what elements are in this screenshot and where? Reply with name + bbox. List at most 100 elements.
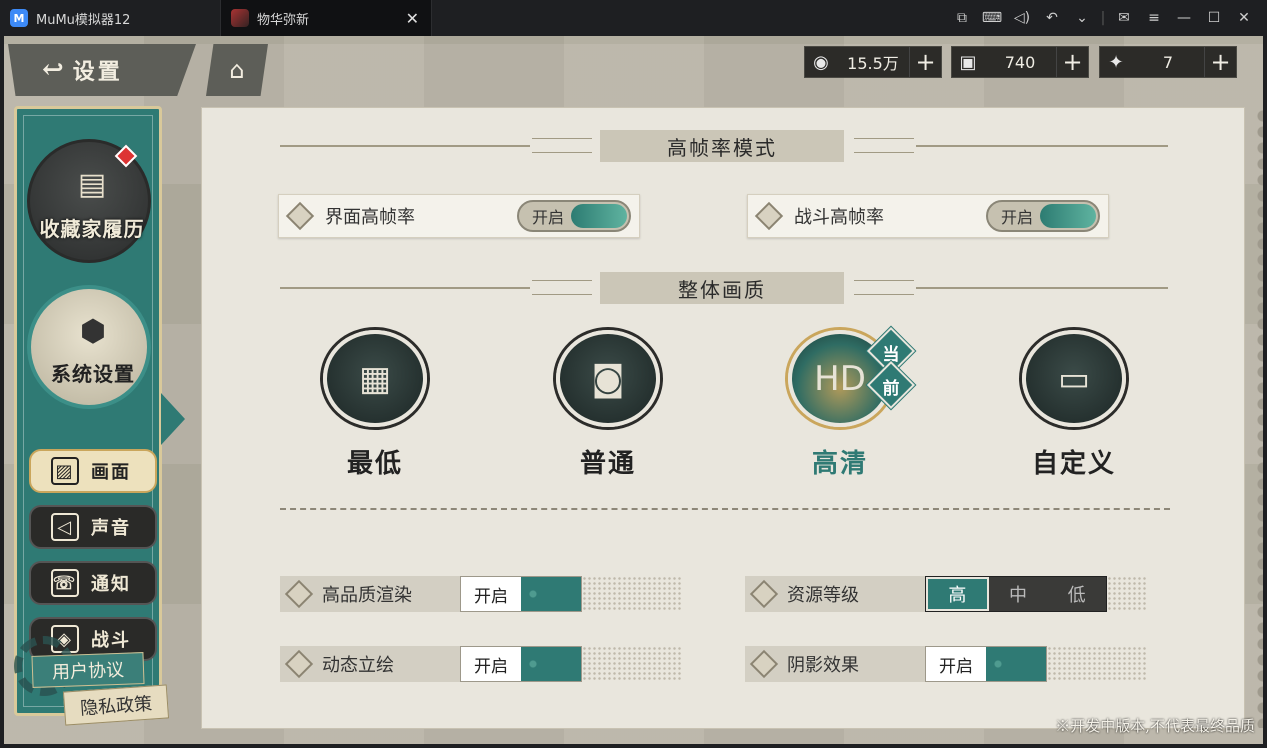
setting-label-box: 资源等级 (745, 576, 925, 612)
add-tickets-button[interactable]: + (1056, 47, 1088, 77)
currency-gems: ✦ 7 + (1099, 46, 1237, 78)
settings-panel: 高帧率模式 界面高帧率 开启 战斗高帧率 开启 整体画质 ▦ 最低 ◙ 普通 H… (202, 108, 1244, 728)
profile-card-icon: ▤ (77, 166, 107, 202)
dot-pattern (1047, 646, 1147, 682)
toggle-fill (521, 577, 581, 611)
resource-option-medium[interactable]: 中 (989, 577, 1048, 611)
user-agreement-link[interactable]: 用户协议 (31, 652, 145, 688)
hq-render-setting: 高品质渲染 开启 (280, 576, 682, 612)
setting-label-box: 阴影效果 (745, 646, 925, 682)
divider (280, 145, 530, 147)
dynamic-label: 动态立绘 (322, 655, 394, 676)
privacy-policy-link[interactable]: 隐私政策 (62, 684, 170, 726)
hq-render-toggle[interactable]: 开启 (460, 576, 582, 612)
resource-level-setting: 资源等级 高 中 低 (745, 576, 1147, 612)
home-button[interactable]: ⌂ (206, 44, 268, 96)
coin-icon: ◉ (813, 51, 829, 73)
toggle-knob (571, 204, 627, 228)
close-icon[interactable]: ✕ (1229, 10, 1259, 26)
divider (854, 294, 914, 295)
back-button[interactable]: ↩ 设置 (8, 44, 196, 96)
undo-icon[interactable]: ↶ (1037, 10, 1067, 26)
back-arrow-icon: ↩ (42, 55, 67, 85)
screen-record-icon[interactable]: ⧉ (947, 10, 977, 26)
toggle-state: 开启 (1000, 208, 1033, 227)
section-title-quality: 整体画质 (600, 272, 844, 304)
sidebar-pointer (161, 393, 185, 445)
tab-game[interactable]: 物华弥新 ✕ (220, 0, 432, 36)
divider (532, 138, 592, 139)
keyboard-icon[interactable]: ⌨ (977, 10, 1007, 26)
sidebar-item-label: 画面 (91, 462, 131, 483)
sidebar-item-notification[interactable]: ☏ 通知 (29, 561, 157, 605)
ticket-icon: ▣ (959, 51, 977, 73)
sidebar-item-sound[interactable]: ◁ 声音 (29, 505, 157, 549)
currency-value: 740 (1004, 52, 1036, 72)
resource-option-low[interactable]: 低 (1047, 577, 1106, 611)
quality-option-normal[interactable]: ◙ 普通 (533, 330, 683, 480)
tab-close-icon[interactable]: ✕ (406, 9, 419, 28)
toggle-fill (521, 647, 581, 681)
volume-icon[interactable]: ◁) (1007, 10, 1037, 26)
custom-settings-icon: ▭ (1022, 330, 1126, 427)
settings-sidebar: ▤ 收藏家履历 ⬢ 系统设置 ▨ 画面 ◁ 声音 ☏ 通知 ◈ 战斗 (14, 106, 185, 716)
badge-text: 前 (882, 379, 900, 399)
dot-pattern (1107, 576, 1147, 612)
tab-mumu[interactable]: M MuMu模拟器12 (10, 0, 215, 36)
battle-high-fps-setting: 战斗高帧率 开启 (747, 194, 1109, 238)
sidebar-item-label: 声音 (91, 518, 131, 539)
menu-icon[interactable]: ≡ (1139, 10, 1169, 26)
toggle-state: 开启 (461, 647, 521, 681)
phone-bell-icon: ☏ (51, 569, 79, 597)
image-icon: ▨ (51, 457, 79, 485)
quality-option-lowest[interactable]: ▦ 最低 (300, 330, 450, 480)
maximize-icon[interactable]: ☐ (1199, 10, 1229, 26)
stamp-edge-decoration (1247, 108, 1263, 728)
collector-profile-button[interactable]: ▤ 收藏家履历 (27, 139, 151, 263)
quality-label: 最低 (346, 449, 403, 479)
chevron-down-icon[interactable]: ⌄ (1067, 10, 1097, 26)
shadow-toggle[interactable]: 开启 (925, 646, 1047, 682)
setting-label-box: 高品质渲染 (280, 576, 460, 612)
diamond-bullet-icon (284, 649, 314, 679)
battle-fps-toggle[interactable]: 开启 (986, 200, 1100, 232)
system-settings-label: 系统设置 (51, 362, 135, 386)
resource-option-high[interactable]: 高 (926, 577, 989, 611)
setting-label-box: 动态立绘 (280, 646, 460, 682)
dot-pattern (582, 646, 682, 682)
currency-value: 7 (1162, 52, 1174, 72)
sidebar-item-label: 通知 (91, 574, 131, 595)
section-title-high-fps: 高帧率模式 (600, 130, 844, 162)
collector-label: 收藏家履历 (39, 217, 145, 241)
gem-icon: ✦ (1108, 51, 1124, 73)
toggle-state: 开启 (461, 577, 521, 611)
divider (532, 294, 592, 295)
resource-label: 资源等级 (787, 585, 859, 606)
divider (854, 138, 914, 139)
emulator-titlebar: M MuMu模拟器12 物华弥新 ✕ ⧉ ⌨ ◁) ↶ ⌄ | ✉ ≡ — ☐ … (0, 0, 1267, 36)
toggle-fill (986, 647, 1046, 681)
add-gems-button[interactable]: + (1204, 47, 1236, 77)
add-coins-button[interactable]: + (909, 47, 941, 77)
tab-mumu-label: MuMu模拟器12 (36, 12, 131, 28)
window-controls: ⧉ ⌨ ◁) ↶ ⌄ | ✉ ≡ — ☐ ✕ (947, 0, 1259, 36)
diamond-bullet-icon (749, 649, 779, 679)
divider (532, 152, 592, 153)
divider (280, 287, 530, 289)
ui-fps-toggle[interactable]: 开启 (517, 200, 631, 232)
hq-render-label: 高品质渲染 (322, 585, 412, 606)
minimize-icon[interactable]: — (1169, 10, 1199, 26)
quality-option-custom[interactable]: ▭ 自定义 (999, 330, 1149, 480)
system-settings-button[interactable]: ⬢ 系统设置 (27, 285, 151, 409)
dot-pattern (582, 576, 682, 612)
mumu-logo-icon: M (10, 9, 28, 27)
divider: | (1100, 10, 1106, 26)
diamond-bullet-icon (285, 201, 315, 231)
dynamic-toggle[interactable]: 开启 (460, 646, 582, 682)
diamond-bullet-icon (284, 579, 314, 609)
film-icon: ▦ (323, 330, 427, 427)
currency-coins: ◉ 15.5万 + (804, 46, 942, 78)
mail-icon[interactable]: ✉ (1109, 10, 1139, 26)
resource-level-selector: 高 中 低 (925, 576, 1107, 612)
sidebar-item-screen[interactable]: ▨ 画面 (29, 449, 157, 493)
